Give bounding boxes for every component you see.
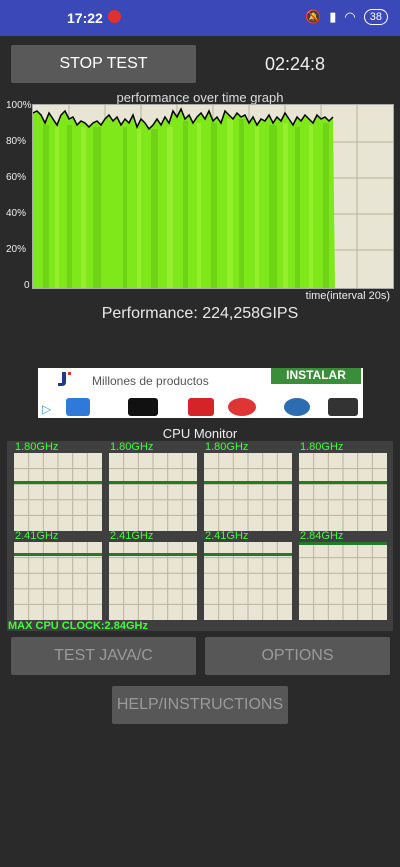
y-tick-0: 0 (24, 280, 30, 291)
performance-readout: Performance: 224,258GIPS (101, 305, 299, 322)
y-tick-100: 100% (6, 100, 32, 111)
cpu-core-level-line (109, 481, 197, 484)
cpu-core-grid (299, 453, 387, 531)
graph-title: performance over time graph (116, 90, 284, 105)
help-instructions-button[interactable]: HELP/INSTRUCTIONS (112, 686, 288, 724)
x-axis-label: time(interval 20s) (305, 290, 390, 302)
cpu-monitor-title: CPU Monitor (162, 426, 238, 441)
cpu-core-level-line (14, 553, 102, 556)
ad-product-2 (128, 398, 158, 416)
cpu-core-level-line (109, 553, 197, 556)
max-cpu-clock: MAX CPU CLOCK:2.84GHz (8, 620, 148, 632)
ad-install-button[interactable]: INSTALAR (271, 368, 361, 384)
notification-icon (108, 10, 121, 23)
cpu-core-level-line (299, 542, 387, 545)
cpu-core-grid (204, 453, 292, 531)
y-tick-80: 80% (6, 136, 27, 147)
cpu-core-grid (14, 453, 102, 531)
ad-product-6 (328, 398, 358, 416)
cpu-core-frequency: 1.80GHz (15, 441, 59, 453)
cpu-core-graph (204, 542, 292, 620)
cpu-core-level-line (204, 553, 292, 556)
test-timer: 02:24:8 (265, 54, 326, 74)
ad-product-1 (66, 398, 90, 416)
battery-icon: 38 (363, 9, 388, 25)
cpu-core-grid (109, 453, 197, 531)
test-java-button[interactable]: TEST JAVA/C (11, 637, 196, 675)
cpu-core-level-line (204, 481, 292, 484)
cpu-core-graph (109, 542, 197, 620)
cpu-core-graph (14, 542, 102, 620)
ad-logo-icon (44, 370, 82, 388)
cpu-core-graph (14, 453, 102, 531)
cpu-core-graph (109, 453, 197, 531)
cpu-core-graph (299, 453, 387, 531)
cpu-core-frequency: 1.80GHz (110, 441, 154, 453)
cpu-core-level-line (14, 481, 102, 484)
options-button[interactable]: OPTIONS (205, 637, 390, 675)
status-bar: 17:22 🔕 ▮ ◠ 38 (0, 0, 400, 36)
ad-info-icon[interactable]: ▷ (42, 402, 51, 416)
wifi-icon: ◠ (344, 9, 356, 24)
ad-product-4 (228, 398, 256, 416)
ad-product-5 (284, 398, 310, 416)
cpu-core-level-line (299, 481, 387, 484)
y-tick-60: 60% (6, 172, 27, 183)
stop-test-button[interactable]: STOP TEST (11, 45, 196, 83)
performance-graph (32, 104, 394, 289)
signal-icon: ▮ (329, 9, 337, 24)
cpu-core-frequency: 2.41GHz (205, 530, 249, 542)
cpu-core-frequency: 2.84GHz (300, 530, 344, 542)
status-time: 17:22 (67, 10, 103, 26)
y-tick-40: 40% (6, 208, 27, 219)
cpu-core-frequency: 1.80GHz (205, 441, 249, 453)
mute-icon: 🔕 (305, 9, 322, 24)
cpu-core-frequency: 1.80GHz (300, 441, 344, 453)
ad-banner[interactable]: Millones de productos INSTALAR ▷ (38, 368, 363, 418)
status-icons: 🔕 ▮ ◠ 38 (305, 9, 388, 25)
cpu-core-frequency: 2.41GHz (110, 530, 154, 542)
y-tick-20: 20% (6, 244, 27, 255)
cpu-core-grid (299, 542, 387, 620)
performance-graph-svg (32, 105, 393, 288)
cpu-core-graph (204, 453, 292, 531)
ad-text: Millones de productos (92, 374, 209, 388)
ad-product-3 (188, 398, 214, 416)
cpu-core-graph (299, 542, 387, 620)
cpu-core-frequency: 2.41GHz (15, 530, 59, 542)
